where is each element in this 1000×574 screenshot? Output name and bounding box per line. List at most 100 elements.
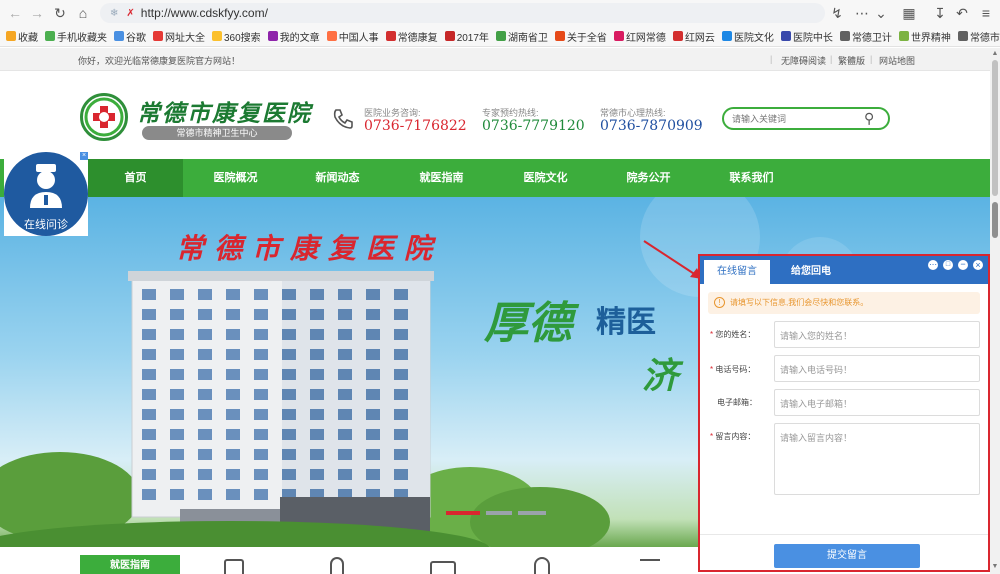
bookmark-item[interactable]: 湖南省卫 [495, 29, 548, 44]
tab-leave-message[interactable]: 在线留言 [704, 260, 770, 284]
scroll-up-icon[interactable]: ▲ [991, 50, 999, 58]
nav-guide[interactable]: 就医指南 [394, 159, 489, 197]
hotline-number-1: 0736-7176822 [364, 118, 467, 134]
bookmark-label: 我的文章 [279, 32, 320, 44]
lightning-icon[interactable]: ↯ [826, 2, 848, 24]
site-search-box[interactable]: ⚲ [722, 107, 890, 130]
download-icon[interactable]: ↧ [929, 2, 951, 24]
hotline-number-2: 0736-7779120 [482, 118, 585, 134]
bookmark-item[interactable]: 常德卫计 [839, 29, 892, 44]
bookmark-item[interactable]: 收藏 [6, 29, 38, 44]
online-consult-float[interactable]: 在线问诊 × [4, 152, 88, 236]
tab-callback[interactable]: 给您回电 [778, 260, 844, 284]
page-scrollbar[interactable]: ▲ ▼ [990, 48, 1000, 574]
sitemap-link[interactable]: 网站地图 [879, 54, 915, 67]
bookmark-item[interactable]: 谷歌 [114, 29, 146, 44]
bookmark-item[interactable]: 医院文化 [721, 29, 774, 44]
chevron-down-icon[interactable]: ⌄ [870, 2, 892, 24]
accessible-reading-link[interactable]: 无障碍阅读 [781, 54, 826, 67]
location-pin-icon[interactable] [534, 557, 550, 574]
bookmark-item[interactable]: 世界精神 [898, 29, 951, 44]
building-sign: 常德市康复医院 [176, 232, 443, 265]
bookmark-item[interactable]: 红网常德 [613, 29, 666, 44]
doc-icon [267, 31, 278, 41]
briefcase-icon[interactable] [430, 561, 456, 574]
close-float-icon[interactable]: × [80, 152, 88, 160]
bookmark-item[interactable]: 2017年 [444, 29, 489, 44]
hat-icon[interactable] [640, 559, 660, 574]
site-icon [444, 31, 455, 41]
bottom-tab-guide[interactable]: 就医指南 [80, 555, 180, 574]
nav-contact[interactable]: 联系我们 [704, 159, 799, 197]
forward-icon[interactable]: → [26, 2, 48, 24]
name-input[interactable]: 请输入您的姓名！ [774, 321, 980, 348]
bookmark-item[interactable]: 手机收藏夹 [45, 29, 107, 44]
play-icon [898, 31, 909, 41]
slider-dot-2[interactable] [486, 511, 512, 515]
email-label: 电子邮箱： [717, 398, 757, 407]
undo-icon[interactable]: ↶ [951, 2, 973, 24]
scroll-thumb-active[interactable] [992, 202, 998, 238]
traditional-chinese-link[interactable]: 繁體版 [838, 54, 865, 67]
bookmark-label: 常德市专 [969, 32, 1000, 44]
emblem-icon [84, 97, 124, 137]
bookmark-item[interactable]: 关于全省 [554, 29, 607, 44]
nav-about[interactable]: 医院概况 [188, 159, 283, 197]
info-icon: ! [714, 297, 725, 308]
mouse-icon[interactable] [330, 557, 344, 574]
list-icon[interactable] [224, 559, 244, 574]
bookmark-label: 红网常德 [625, 32, 666, 44]
slider-dot-1[interactable] [446, 511, 480, 515]
bookmark-item[interactable]: 网址大全 [153, 29, 205, 44]
scroll-down-icon[interactable]: ▼ [991, 563, 999, 571]
notice-text: 请填写以下信息,我们会尽快和您联系。 [730, 298, 869, 307]
bookmark-label: 医院文化 [733, 32, 774, 44]
search-icon[interactable]: ⚲ [864, 110, 874, 127]
online-consult-label: 在线问诊 [24, 219, 68, 231]
bookmark-item[interactable]: 红网云 [672, 29, 715, 44]
bookmark-item[interactable]: 中国人事 [326, 29, 379, 44]
url-text: http://www.cdskfyy.com/ [140, 6, 268, 20]
nav-news[interactable]: 新闻动态 [290, 159, 385, 197]
bookmark-item[interactable]: 医院中长 [780, 29, 833, 44]
name-label: * 您的姓名： [710, 330, 756, 339]
back-icon[interactable]: ← [4, 2, 26, 24]
phone-label: * 电话号码： [710, 365, 756, 374]
bookmark-label: 2017年 [456, 32, 489, 44]
phone-icon [331, 107, 355, 131]
site-search-input[interactable] [732, 112, 852, 126]
bookmark-label: 360搜索 [224, 32, 261, 44]
star-icon [6, 31, 16, 41]
slider-dot-3[interactable] [518, 511, 546, 515]
panel-menu-icon[interactable]: ⋯ [928, 260, 938, 270]
notice-bar: ! 请填写以下信息,我们会尽快和您联系。 [708, 292, 980, 314]
site-header: 常德市康复医院 常德市精神卫生中心 医院业务咨询: 0736-7176822 专… [0, 71, 990, 159]
scroll-thumb[interactable] [992, 60, 998, 196]
logo-title: 常德市康复医院 [137, 100, 312, 127]
nav-culture[interactable]: 医院文化 [498, 159, 593, 197]
reload-icon[interactable]: ↻ [49, 2, 71, 24]
site-status-icon: ❄ [110, 7, 119, 19]
welcome-text: 你好，欢迎光临常德康复医院官方网站！ [78, 56, 241, 66]
phone-input[interactable]: 请输入电话号码！ [774, 355, 980, 382]
message-textarea[interactable]: 请输入留言内容！ [774, 423, 980, 495]
email-input[interactable]: 请输入电子邮箱！ [774, 389, 980, 416]
submit-message-button[interactable]: 提交留言 [774, 544, 920, 568]
doctor-icon [30, 164, 62, 208]
panel-close-icon[interactable]: × [973, 260, 983, 270]
apps-grid-icon[interactable]: ▦ [898, 2, 920, 24]
nav-affairs[interactable]: 院务公开 [601, 159, 696, 197]
hamburger-menu-icon[interactable]: ≡ [975, 2, 997, 24]
bookmark-label: 常德卫计 [851, 32, 892, 44]
bookmark-item[interactable]: 常德市专 [957, 29, 1000, 44]
bookmark-item[interactable]: 360搜索 [212, 29, 261, 44]
address-bar[interactable]: ❄ ✗ http://www.cdskfyy.com/ [100, 3, 825, 23]
panel-minimize-icon[interactable]: − [958, 260, 968, 270]
panel-maximize-icon[interactable]: □ [943, 260, 953, 270]
nav-home[interactable]: 首页 [88, 159, 183, 197]
bookmark-item[interactable]: 常德康复 [385, 29, 438, 44]
hospital-logo-emblem[interactable] [80, 93, 128, 141]
home-icon[interactable]: ⌂ [72, 2, 94, 24]
bookmark-item[interactable]: 我的文章 [267, 29, 320, 44]
logo-subtitle: 常德市精神卫生中心 [176, 128, 258, 138]
